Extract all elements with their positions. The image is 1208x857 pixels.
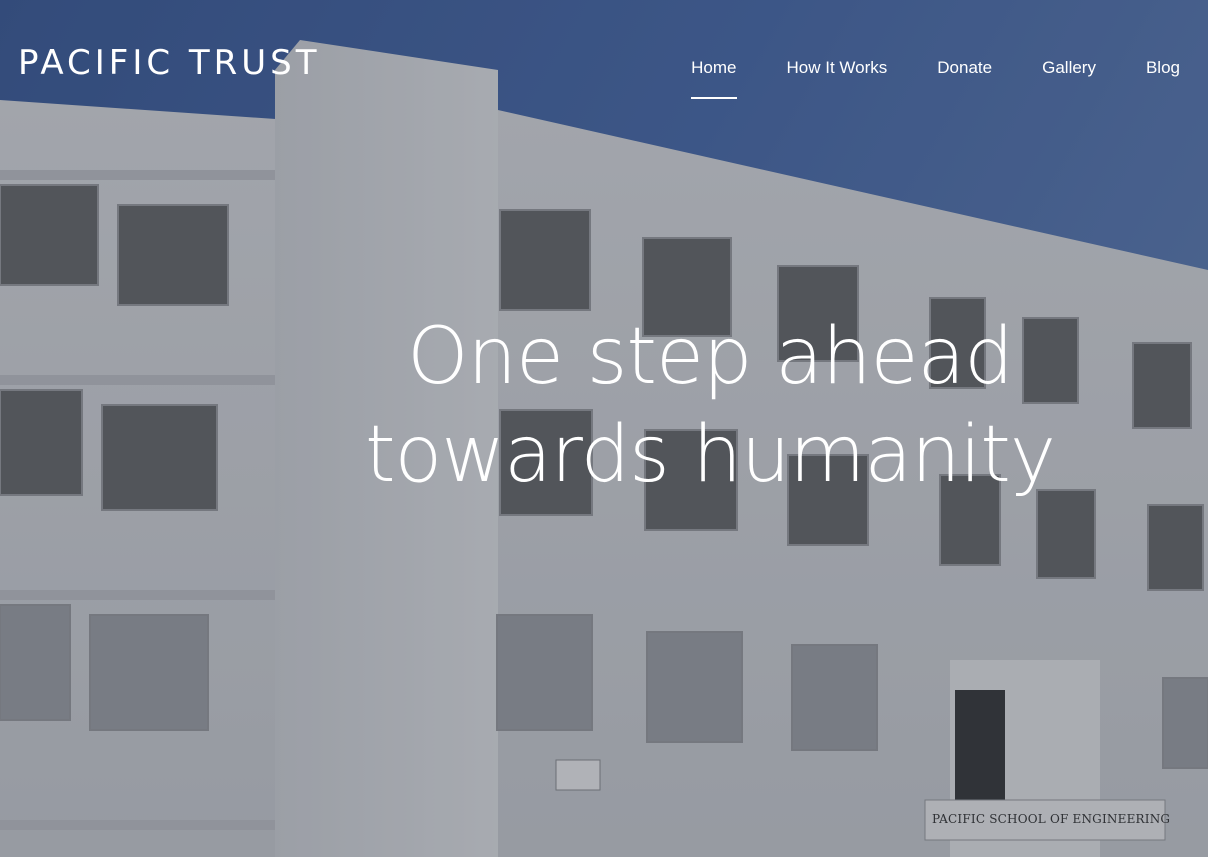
nav-home-link[interactable]: Home: [691, 56, 737, 99]
nav-gallery-link[interactable]: Gallery: [1042, 56, 1096, 80]
main-navigation: Home How It Works Donate Gallery Blog: [691, 56, 1180, 99]
building-sign-text: PACIFIC SCHOOL OF ENGINEERING: [932, 812, 1171, 826]
page: PACIFIC SCHOOL OF ENGINEERING PACIFIC TR…: [0, 0, 1208, 857]
site-logo[interactable]: PACIFIC TRUST: [18, 46, 321, 80]
hero-heading: One step ahead towards humanity: [364, 312, 1056, 500]
nav-donate-link[interactable]: Donate: [937, 56, 992, 80]
nav-blog-link[interactable]: Blog: [1146, 56, 1180, 80]
nav-how-it-works-link[interactable]: How It Works: [787, 56, 888, 80]
